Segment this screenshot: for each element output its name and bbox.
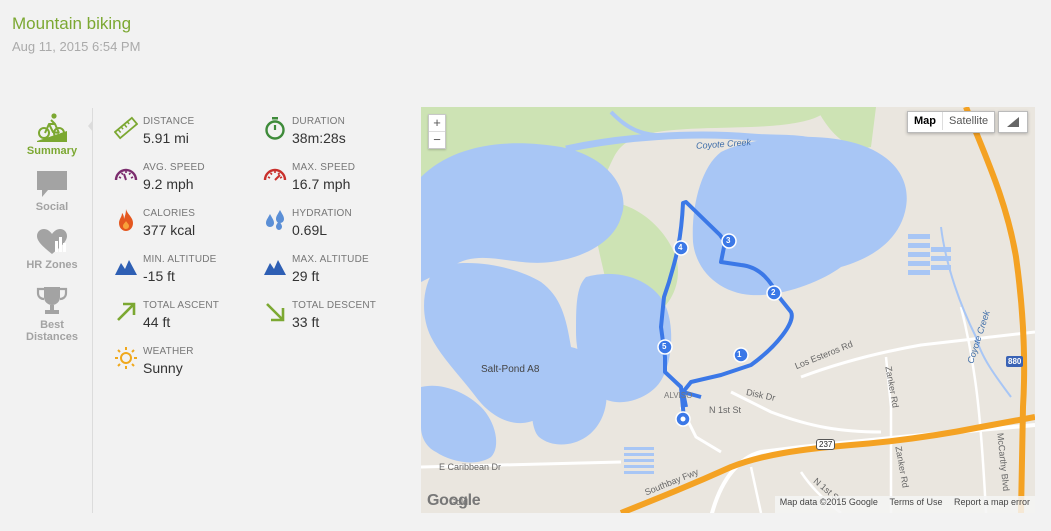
activity-title: Mountain biking <box>12 14 132 33</box>
sun-icon <box>115 347 137 369</box>
zoom-out-button[interactable]: − <box>429 131 445 148</box>
active-tab-notch <box>88 120 93 132</box>
stat-max-altitude: MAX. ALTITUDE 29 ft <box>263 252 403 292</box>
map-attribution: Map data ©2015 Google Terms of Use Repor… <box>774 496 1035 513</box>
nav-hr-zones-label: HR Zones <box>26 259 78 271</box>
stat-hydration: HYDRATION 0.69L <box>263 206 403 246</box>
stat-value: Sunny <box>143 360 183 376</box>
google-logo: Google <box>427 492 481 509</box>
stat-label: WEATHER <box>143 346 194 357</box>
stat-distance: DISTANCE 5.91 mi <box>114 114 254 154</box>
stat-value: 38m:28s <box>292 130 346 146</box>
ruler-icon <box>114 116 138 140</box>
terms-of-use-link[interactable]: Terms of Use <box>889 497 942 507</box>
stat-value: -15 ft <box>143 268 175 284</box>
stat-avg-speed: AVG. SPEED 9.2 mph <box>114 160 254 200</box>
nav-summary-label: Summary <box>26 145 78 157</box>
marker-label-4: 4 <box>678 243 683 252</box>
stat-value: 0.69L <box>292 222 328 238</box>
stat-label: DISTANCE <box>143 116 195 127</box>
trophy-icon <box>36 287 68 314</box>
stat-label: AVG. SPEED <box>143 162 205 173</box>
route-map[interactable]: 1 2 3 4 5 Coyote Creek Coyote Creek Salt… <box>421 107 1035 513</box>
stat-weather: WEATHER Sunny <box>114 344 254 384</box>
nav-distances-label: Distances <box>26 331 78 343</box>
marker-label-3: 3 <box>726 236 731 245</box>
mountain-icon <box>115 260 137 275</box>
stopwatch-icon <box>265 117 285 140</box>
arrow-up-right-icon <box>117 302 136 321</box>
stat-label: TOTAL DESCENT <box>292 300 377 311</box>
start-pin-icon[interactable] <box>675 411 691 427</box>
stat-value: 44 ft <box>143 314 171 330</box>
nav-best-distances[interactable]: Best Distances <box>14 286 90 343</box>
fullscreen-icon <box>1007 117 1019 127</box>
zoom-control: + − <box>428 114 446 149</box>
stat-total-descent: TOTAL DESCENT 33 ft <box>263 298 403 338</box>
stat-min-altitude: MIN. ALTITUDE -15 ft <box>114 252 254 292</box>
stat-max-speed: MAX. SPEED 16.7 mph <box>263 160 403 200</box>
map-type-satellite-button[interactable]: Satellite <box>942 112 994 130</box>
map-type-map-button[interactable]: Map <box>908 112 942 130</box>
map-type-control: Map Satellite <box>907 111 996 133</box>
map-label-alviso: ALVISO <box>664 391 693 400</box>
nav-hr-zones[interactable]: HR Zones <box>14 228 90 271</box>
speedometer-icon <box>114 168 138 181</box>
stat-label: MIN. ALTITUDE <box>143 254 217 265</box>
marker-label-2: 2 <box>771 288 776 297</box>
map-label-e-caribbean: E Caribbean Dr <box>439 462 502 472</box>
heart-chart-icon <box>37 229 67 254</box>
stat-value: 9.2 mph <box>143 176 194 192</box>
stat-total-ascent: TOTAL ASCENT 44 ft <box>114 298 254 338</box>
water-drops-icon <box>266 210 284 230</box>
stat-label: TOTAL ASCENT <box>143 300 220 311</box>
speech-bubble-icon <box>37 171 67 197</box>
map-label-n1st: N 1st St <box>709 405 742 415</box>
nav-social-label: Social <box>35 201 69 213</box>
marker-label-5: 5 <box>662 342 667 351</box>
nav-summary[interactable]: Summary <box>14 112 90 157</box>
stat-label: MAX. ALTITUDE <box>292 254 369 265</box>
fullscreen-button[interactable] <box>998 111 1028 133</box>
sidebar-divider <box>92 108 93 513</box>
stat-label: HYDRATION <box>292 208 352 219</box>
stat-label: DURATION <box>292 116 346 127</box>
activity-date: Aug 11, 2015 6:54 PM <box>12 39 141 54</box>
zoom-in-button[interactable]: + <box>429 115 445 131</box>
marker-label-1: 1 <box>737 350 742 359</box>
flame-icon <box>119 209 133 231</box>
map-data-text: Map data ©2015 Google <box>779 497 878 507</box>
speedometer-red-icon <box>263 168 287 181</box>
stat-duration: DURATION 38m:28s <box>263 114 403 154</box>
stat-label: CALORIES <box>143 208 196 219</box>
stat-calories: CALORIES 377 kcal <box>114 206 254 246</box>
stat-label: MAX. SPEED <box>292 162 356 173</box>
mountain-icon <box>264 260 286 275</box>
stat-value: 16.7 mph <box>292 176 351 192</box>
bike-icon <box>37 113 67 142</box>
map-label-salt-pond: Salt-Pond A8 <box>481 364 540 375</box>
stat-value: 377 kcal <box>143 222 196 238</box>
stat-value: 29 ft <box>292 268 320 284</box>
route-markers <box>657 233 782 427</box>
report-map-error-link[interactable]: Report a map error <box>954 497 1030 507</box>
nav-social[interactable]: Social <box>14 170 90 213</box>
hwy-237-shield: 237 <box>816 439 836 450</box>
arrow-down-right-icon <box>266 303 285 322</box>
stat-value: 5.91 mi <box>143 130 189 146</box>
stat-value: 33 ft <box>292 314 320 330</box>
hwy-880-shield: 880 <box>1006 356 1024 367</box>
nav-best-label: Best <box>40 319 64 331</box>
